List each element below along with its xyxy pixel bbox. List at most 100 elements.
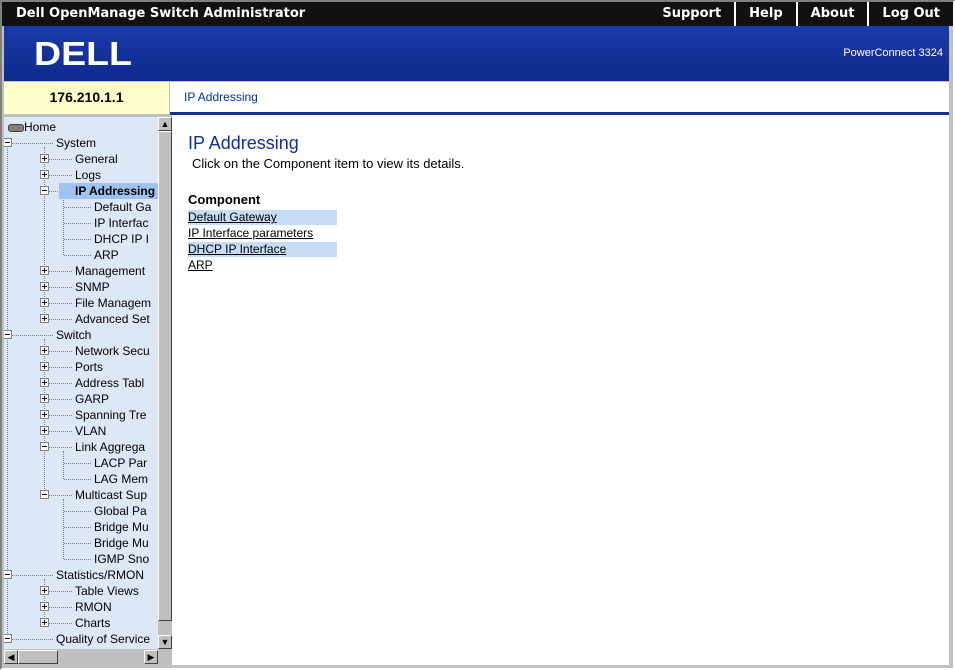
collapse-icon[interactable] xyxy=(4,634,12,643)
tree-connector xyxy=(45,367,72,369)
tree-item[interactable]: Switch xyxy=(4,327,158,343)
tree-item-label: Bridge Mu xyxy=(94,520,149,534)
top-menu-bar: Dell OpenManage Switch Administrator Sup… xyxy=(2,2,953,26)
page-description: Click on the Component item to view its … xyxy=(192,156,465,171)
tree-connector xyxy=(45,159,72,161)
component-default-gateway-link[interactable]: Default Gateway xyxy=(188,210,337,225)
tree-item[interactable]: ARP xyxy=(4,247,158,263)
tree-item[interactable]: Logs xyxy=(4,167,158,183)
tree-item[interactable]: Spanning Tre xyxy=(4,407,158,423)
breadcrumb: IP Addressing xyxy=(184,90,258,104)
expand-icon[interactable] xyxy=(40,170,49,179)
about-link[interactable]: About xyxy=(795,2,868,26)
component-dhcp-ip-interface-link[interactable]: DHCP IP Interface xyxy=(188,242,337,257)
tree-item[interactable]: Global Pa xyxy=(4,503,158,519)
collapse-icon[interactable] xyxy=(40,442,49,451)
expand-icon[interactable] xyxy=(40,154,49,163)
tree-item[interactable]: Charts xyxy=(4,615,158,631)
scroll-down-button[interactable]: ▼ xyxy=(158,635,172,649)
tree-item[interactable]: Ports xyxy=(4,359,158,375)
tree-connector xyxy=(45,271,72,273)
expand-icon[interactable] xyxy=(40,618,49,627)
tree-item-label: Default Ga xyxy=(94,200,152,214)
expand-icon[interactable] xyxy=(40,298,49,307)
tree-item[interactable]: System xyxy=(4,135,158,151)
expand-icon[interactable] xyxy=(40,426,49,435)
tree-item[interactable]: IP Interfac xyxy=(4,215,158,231)
nav-vertical-scrollbar[interactable]: ▲ ▼ xyxy=(158,117,172,649)
tree-item-label: Bridge Mu xyxy=(94,536,149,550)
tree-item[interactable]: Advanced Set xyxy=(4,311,158,327)
tree-item[interactable]: Quality of Service xyxy=(4,631,158,647)
tree-connector xyxy=(45,351,72,353)
scroll-thumb[interactable] xyxy=(158,131,172,621)
expand-icon[interactable] xyxy=(40,314,49,323)
tree-connector xyxy=(64,207,91,209)
tree-item-label: Advanced Set xyxy=(75,312,150,326)
help-link[interactable]: Help xyxy=(734,2,795,26)
tree-item[interactable]: Link Aggrega xyxy=(4,439,158,455)
tree-item-label: Global Pa xyxy=(94,504,147,518)
component-header: Component xyxy=(188,192,261,207)
tree-item[interactable]: GARP xyxy=(4,391,158,407)
collapse-icon[interactable] xyxy=(4,138,12,147)
support-link[interactable]: Support xyxy=(649,2,734,26)
tree-connector xyxy=(45,415,72,417)
expand-icon[interactable] xyxy=(40,282,49,291)
tree-item[interactable]: Statistics/RMON xyxy=(4,567,158,583)
tree-item[interactable]: Address Tabl xyxy=(4,375,158,391)
tree-item[interactable]: IGMP Sno xyxy=(4,551,158,567)
scroll-up-button[interactable]: ▲ xyxy=(158,117,172,131)
expand-icon[interactable] xyxy=(40,266,49,275)
tree-item[interactable]: Bridge Mu xyxy=(4,535,158,551)
tree-item-label: GARP xyxy=(75,392,110,406)
tree-item[interactable]: Default Ga xyxy=(4,199,158,215)
component-arp-link[interactable]: ARP xyxy=(188,258,337,273)
scroll-left-button[interactable]: ◀ xyxy=(4,650,18,664)
tree-connector xyxy=(45,495,72,497)
tree-connector xyxy=(8,143,53,145)
expand-icon[interactable] xyxy=(40,602,49,611)
logout-link[interactable]: Log Out xyxy=(867,2,953,26)
expand-icon[interactable] xyxy=(40,346,49,355)
tree-item[interactable]: LACP Par xyxy=(4,455,158,471)
component-ip-interface-link[interactable]: IP Interface parameters xyxy=(188,226,337,241)
collapse-icon[interactable] xyxy=(40,186,49,195)
tree-item-label: IP Interfac xyxy=(94,216,149,230)
tree-item-label: General xyxy=(75,152,118,166)
tree-connector xyxy=(64,559,91,561)
tree-item[interactable]: Network Secu xyxy=(4,343,158,359)
tree-item[interactable]: Bridge Mu xyxy=(4,519,158,535)
model-label: PowerConnect 3324 xyxy=(843,47,943,59)
scroll-right-button[interactable]: ▶ xyxy=(144,650,158,664)
tree-connector xyxy=(45,591,72,593)
collapse-icon[interactable] xyxy=(40,490,49,499)
tree-item[interactable]: DHCP IP I xyxy=(4,231,158,247)
tree-item[interactable]: Multicast Sup xyxy=(4,487,158,503)
expand-icon[interactable] xyxy=(40,394,49,403)
expand-icon[interactable] xyxy=(40,378,49,387)
tree-connector xyxy=(64,463,91,465)
device-ip: 176.210.1.1 xyxy=(4,82,169,114)
tree-item[interactable]: VLAN xyxy=(4,423,158,439)
tree-item[interactable]: Home xyxy=(4,119,158,135)
hscroll-thumb[interactable] xyxy=(18,650,58,664)
expand-icon[interactable] xyxy=(40,410,49,419)
tree-item[interactable]: Management xyxy=(4,263,158,279)
collapse-icon[interactable] xyxy=(4,330,12,339)
nav-horizontal-scrollbar[interactable]: ◀ ▶ xyxy=(4,649,158,665)
tree-item[interactable]: File Managem xyxy=(4,295,158,311)
tree-item[interactable]: LAG Mem xyxy=(4,471,158,487)
tree-item[interactable]: General xyxy=(4,151,158,167)
expand-icon[interactable] xyxy=(40,586,49,595)
tree-item-label: IP Addressing xyxy=(59,183,158,199)
tree-item[interactable]: Table Views xyxy=(4,583,158,599)
tree-item[interactable]: SNMP xyxy=(4,279,158,295)
expand-icon[interactable] xyxy=(40,362,49,371)
tree-item[interactable]: IP Addressing xyxy=(4,183,158,199)
tree-item[interactable]: RMON xyxy=(4,599,158,615)
collapse-icon[interactable] xyxy=(4,570,12,579)
page-title: IP Addressing xyxy=(188,133,299,153)
tree-item-label: LACP Par xyxy=(94,456,148,470)
tree-item-label: SNMP xyxy=(75,280,110,294)
